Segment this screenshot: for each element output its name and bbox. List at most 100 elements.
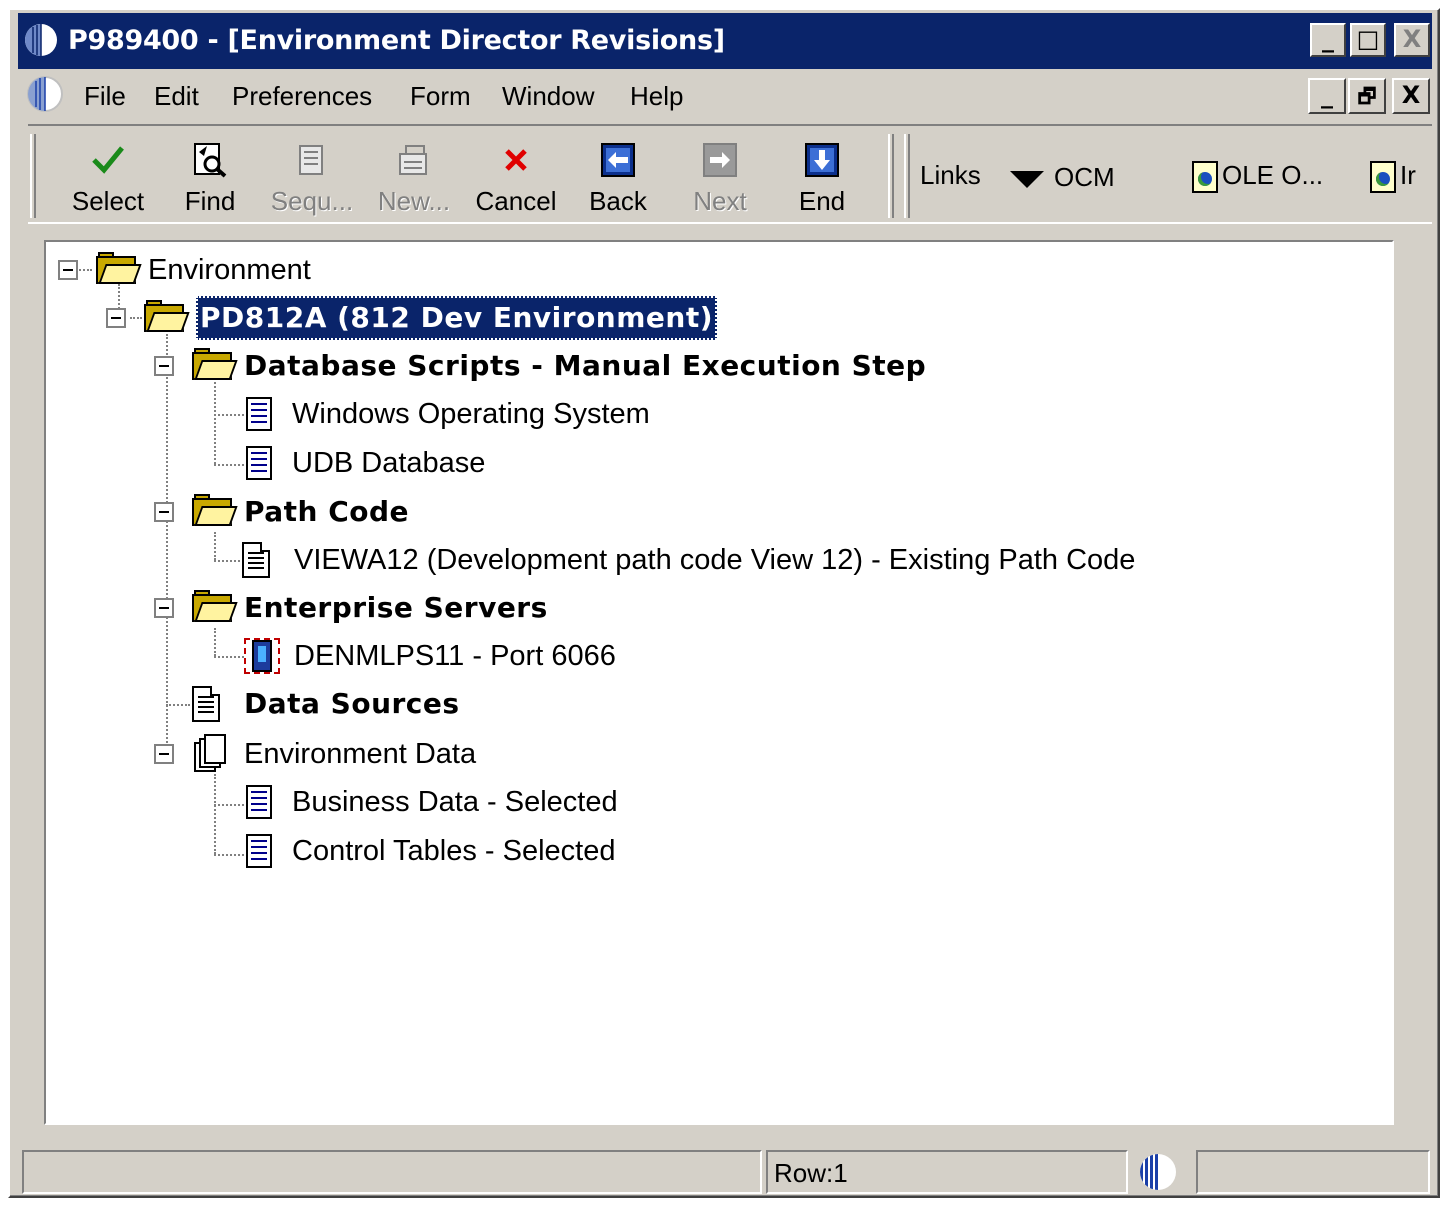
ole-link[interactable]: OLE O... [1192, 160, 1324, 194]
tree-node-udb-database[interactable]: UDB Database [246, 441, 646, 485]
environment-label: Environment [148, 254, 311, 286]
business-data-label: Business Data - Selected [292, 786, 618, 818]
tree-node-viewa12[interactable]: VIEWA12 (Development path code View 12) … [242, 538, 1242, 582]
find-button[interactable]: Find [160, 136, 260, 220]
environment-tree[interactable]: Environment PD812A (812 Dev Environment)… [44, 240, 1394, 1125]
menu-form[interactable]: Form [410, 78, 471, 114]
toolbar-grip[interactable] [30, 134, 36, 218]
udb-database-label: UDB Database [292, 447, 486, 479]
collapse-environment-toggle[interactable] [58, 260, 78, 280]
tree-node-business-data[interactable]: Business Data - Selected [246, 780, 746, 824]
tree-connector [214, 774, 216, 854]
sequence-button[interactable]: Sequ... [262, 136, 362, 220]
status-pane-row: Row:1 [766, 1150, 1128, 1194]
status-bar: Row:1 [18, 1150, 1432, 1194]
ole-link-label: OLE O... [1222, 160, 1324, 190]
folder-open-icon [96, 252, 142, 284]
links-grip[interactable] [904, 134, 910, 218]
list-document-icon [246, 785, 272, 819]
mdi-minimize-button[interactable]: _ [1308, 78, 1346, 114]
end-button[interactable]: End [772, 136, 872, 220]
maximize-button[interactable]: □ [1350, 23, 1386, 57]
list-document-icon [246, 834, 272, 868]
collapse-path-code-toggle[interactable] [154, 502, 174, 522]
server-icon [244, 638, 280, 674]
dropdown-arrow-icon [1010, 170, 1044, 188]
tree-node-data-sources[interactable]: Data Sources [192, 682, 592, 726]
toolbar-separator [888, 134, 894, 218]
cancel-button[interactable]: Cancel [466, 136, 566, 220]
menu-file[interactable]: File [84, 78, 126, 114]
tree-node-database-scripts[interactable]: Database Scripts - Manual Execution Step [192, 344, 992, 388]
tree-connector [166, 334, 168, 754]
new-button[interactable]: New... [364, 136, 464, 220]
window-title: P989400 - [Environment Director Revision… [68, 25, 725, 56]
enterprise-servers-label: Enterprise Servers [244, 591, 548, 624]
tree-node-server-denmlps11[interactable]: DENMLPS11 - Port 6066 [244, 634, 744, 678]
close-icon: X [1401, 81, 1421, 109]
data-sources-label: Data Sources [244, 687, 460, 720]
environment-data-label: Environment Data [244, 738, 477, 770]
server-label: DENMLPS11 - Port 6066 [294, 640, 616, 672]
folder-open-icon [192, 590, 238, 622]
ir-link[interactable]: Ir [1370, 160, 1416, 194]
toolbar: Select Find Sequ... New... Cancel Back N… [28, 124, 1432, 224]
links-label: Links [920, 160, 981, 190]
collapse-environment-data-toggle[interactable] [154, 744, 174, 764]
tree-connector [130, 317, 142, 319]
collapse-enterprise-servers-toggle[interactable] [154, 598, 174, 618]
menu-help[interactable]: Help [630, 78, 683, 114]
ocm-link[interactable]: OCM [1010, 162, 1115, 192]
menu-edit[interactable]: Edit [154, 78, 199, 114]
tree-connector [214, 854, 244, 856]
tree-node-windows-os[interactable]: Windows Operating System [246, 392, 746, 436]
globe-icon [25, 24, 57, 56]
control-tables-label: Control Tables - Selected [292, 835, 616, 867]
minimize-button[interactable]: _ [1310, 23, 1346, 57]
ir-document-icon [1370, 161, 1396, 194]
menu-window[interactable]: Window [502, 78, 594, 114]
tree-node-path-code[interactable]: Path Code [192, 490, 592, 534]
tree-node-environment-data[interactable]: Environment Data [192, 732, 592, 776]
cancel-x-icon [505, 149, 527, 171]
end-label: End [798, 186, 846, 216]
database-scripts-label: Database Scripts - Manual Execution Step [244, 349, 927, 382]
mdi-restore-button[interactable]: 🗗 [1348, 78, 1386, 114]
mdi-close-button[interactable]: X [1392, 78, 1430, 114]
menu-form-label: Form [410, 81, 471, 111]
back-button[interactable]: Back [568, 136, 668, 220]
minimize-icon: _ [1321, 81, 1333, 109]
tree-connector [214, 382, 216, 464]
tree-connector [214, 656, 244, 658]
tree-connector [166, 704, 190, 706]
row-indicator: Row:1 [774, 1158, 848, 1188]
restore-icon: 🗗 [1357, 84, 1377, 108]
application-window: P989400 - [Environment Director Revision… [8, 8, 1440, 1198]
ole-document-icon [1192, 161, 1218, 194]
title-bar[interactable]: P989400 - [Environment Director Revision… [18, 13, 1432, 69]
back-arrow-icon [601, 143, 635, 177]
path-code-label: Path Code [244, 495, 410, 528]
folder-open-icon [192, 348, 238, 380]
sequence-icon [299, 145, 323, 175]
menu-preferences[interactable]: Preferences [232, 78, 372, 114]
multiple-documents-icon [194, 734, 228, 772]
list-document-icon [246, 446, 272, 480]
tree-node-control-tables[interactable]: Control Tables - Selected [246, 829, 746, 873]
text-document-icon [192, 686, 220, 722]
tree-node-environment[interactable]: Environment [96, 248, 396, 292]
tree-connector [214, 560, 244, 562]
next-button[interactable]: Next [670, 136, 770, 220]
close-icon: X [1402, 25, 1422, 53]
system-menu-globe-icon[interactable] [26, 75, 64, 113]
ocm-label: OCM [1054, 162, 1115, 192]
maximize-icon: □ [1356, 25, 1380, 53]
collapse-database-scripts-toggle[interactable] [154, 356, 174, 376]
collapse-pd812a-toggle[interactable] [106, 308, 126, 328]
ir-link-label: Ir [1400, 160, 1416, 190]
tree-node-pd812a[interactable]: PD812A (812 Dev Environment) [144, 296, 744, 340]
select-button[interactable]: Select [58, 136, 158, 220]
close-button[interactable]: X [1394, 23, 1430, 57]
status-globe-icon [1140, 1154, 1176, 1190]
tree-node-enterprise-servers[interactable]: Enterprise Servers [192, 586, 692, 630]
